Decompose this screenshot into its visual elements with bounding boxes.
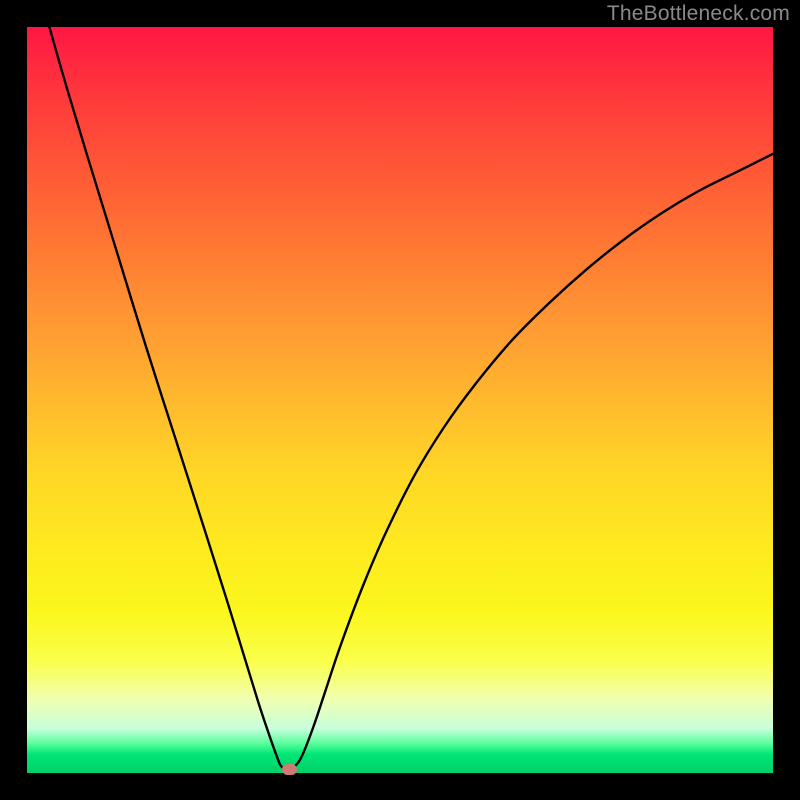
optimum-marker — [282, 764, 297, 775]
bottleneck-curve — [27, 27, 773, 773]
watermark-text: TheBottleneck.com — [607, 2, 790, 26]
plot-area — [27, 27, 773, 773]
chart-frame: TheBottleneck.com — [0, 0, 800, 800]
